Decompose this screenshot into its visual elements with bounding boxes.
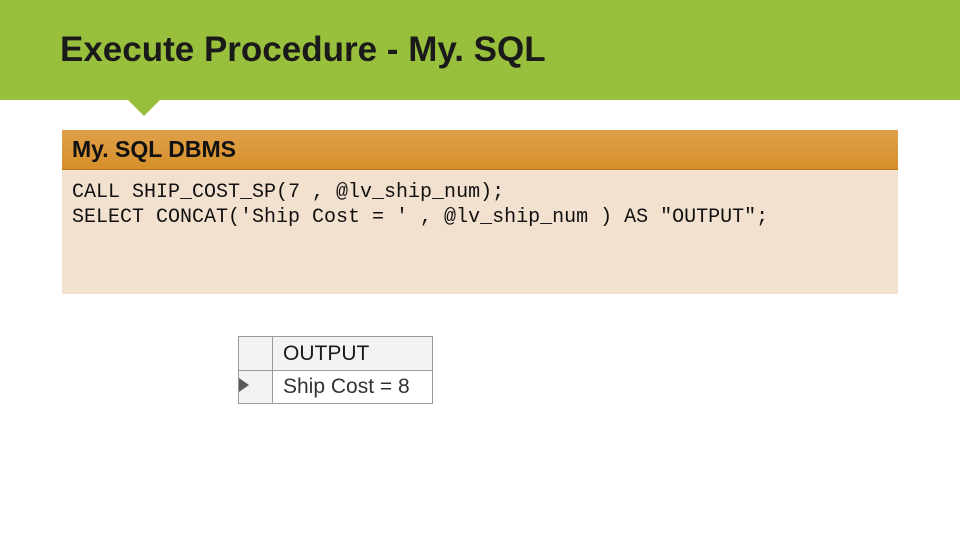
result-header-row: OUTPUT [239,337,433,371]
result-data-row: Ship Cost = 8 [239,371,433,404]
data-cell: Ship Cost = 8 [273,371,433,404]
result-table: OUTPUT Ship Cost = 8 [238,336,433,404]
row-marker-cell [239,371,273,404]
code-block: CALL SHIP_COST_SP(7 , @lv_ship_num); SEL… [62,170,898,294]
result-area: OUTPUT Ship Cost = 8 [238,336,898,404]
section-header: My. SQL DBMS [62,130,898,170]
title-bar: Execute Procedure - My. SQL [0,0,960,100]
slide-title: Execute Procedure - My. SQL [60,30,546,70]
column-header: OUTPUT [273,337,433,371]
corner-cell [239,337,273,371]
current-row-triangle-icon [239,378,249,392]
title-notch-decoration [128,100,160,116]
content-area: My. SQL DBMS CALL SHIP_COST_SP(7 , @lv_s… [0,100,960,404]
